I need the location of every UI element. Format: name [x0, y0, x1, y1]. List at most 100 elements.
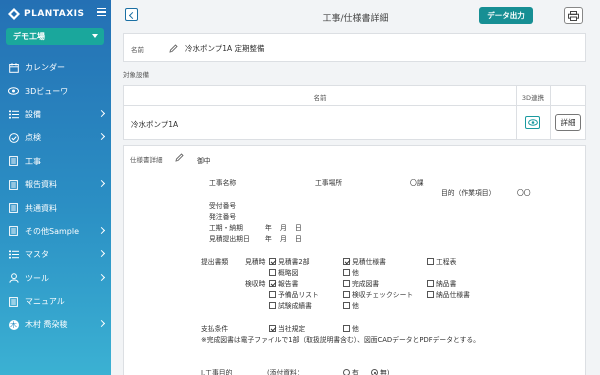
menu-toggle-icon[interactable]	[97, 8, 106, 16]
checkbox-other-2[interactable]: 他	[343, 300, 359, 310]
sidebar-item-construction[interactable]: 工事	[0, 150, 111, 173]
sidebar-item-calendar[interactable]: カレンダー	[0, 56, 111, 79]
sidebar-item-label: 報告資料	[25, 180, 57, 190]
sidebar-item-reports[interactable]: 報告資料	[0, 173, 111, 196]
chevron-right-icon	[97, 109, 106, 117]
name-label: 名前	[131, 46, 144, 54]
document-icon	[8, 226, 19, 237]
checkbox-icon	[427, 258, 434, 265]
sidebar-item-master[interactable]: マスタ	[0, 243, 111, 266]
checkbox-icon	[343, 280, 350, 287]
chevron-right-icon	[97, 250, 106, 258]
pencil-icon[interactable]	[175, 153, 184, 162]
order-no-label: 発注番号	[209, 213, 237, 221]
equipment-section-label: 対象設備	[123, 71, 149, 79]
equipment-table: 名前 3D連携 冷水ポンプ1A 詳細	[123, 85, 586, 140]
checkbox-delivery-doc[interactable]: 納品書	[427, 278, 456, 288]
document-icon	[8, 296, 19, 307]
checkbox-icon	[269, 258, 276, 265]
checkbox-label: 他	[352, 269, 359, 277]
checkbox-other[interactable]: 他	[343, 267, 359, 277]
column-header-3d: 3D連携	[521, 94, 545, 102]
checkbox-label: 当社規定	[278, 325, 306, 333]
sidebar-item-user[interactable]: 木 木村 喬朶稜	[0, 313, 111, 336]
factory-select[interactable]: デモ工場	[6, 28, 104, 45]
checkbox-pay-company[interactable]: 当社規定	[269, 323, 305, 333]
checkbox-schedule[interactable]: 工程表	[427, 256, 456, 266]
divider	[516, 86, 517, 139]
sidebar-item-inspection[interactable]: 点検	[0, 126, 111, 149]
at-inspect-label: 検収時	[245, 280, 266, 288]
checkbox-icon	[427, 291, 434, 298]
brand[interactable]: PLANTAXIS	[8, 7, 85, 21]
purpose-value: 〇〇	[517, 189, 531, 197]
checkbox-icon	[343, 302, 350, 309]
name-value: 冷水ポンプ1A 定期整備	[185, 44, 265, 53]
chevron-down-icon	[92, 34, 98, 38]
checkbox-delivery-spec[interactable]: 納品仕様書	[427, 289, 470, 299]
check-circle-icon	[8, 132, 19, 143]
3d-link-button[interactable]	[525, 116, 540, 129]
sidebar-item-label: 点検	[25, 133, 41, 143]
spec-label: 仕様書詳細	[130, 156, 163, 164]
checkbox-test-report[interactable]: 試験成績書	[269, 300, 312, 310]
checkbox-label: 納品仕様書	[436, 291, 470, 299]
checkbox-icon	[427, 280, 434, 287]
sidebar-item-3d-viewer[interactable]: 3Dビューワ	[0, 79, 111, 102]
chevron-right-icon	[97, 273, 106, 281]
quote-due-label: 見積提出期日	[209, 235, 250, 243]
checkbox-pay-other[interactable]: 他	[343, 323, 359, 333]
dept-text: 〇課	[410, 179, 424, 187]
checkbox-label: 他	[352, 302, 359, 310]
checkbox-report[interactable]: 報告書	[269, 278, 298, 288]
submit-docs-label: 提出書類	[201, 258, 229, 266]
divider	[550, 86, 551, 139]
radio-label: 無)	[380, 369, 390, 375]
pencil-icon[interactable]	[169, 44, 178, 53]
checkbox-parts-list[interactable]: 予備品リスト	[269, 289, 319, 299]
sidebar-item-tools[interactable]: ツール	[0, 267, 111, 290]
checkbox-label: 納品書	[436, 280, 457, 288]
checkbox-label: 見積仕様書	[352, 258, 386, 266]
avatar: 木	[8, 319, 19, 330]
sidebar-item-other-sample[interactable]: その他Sample	[0, 220, 111, 243]
year-text: 年	[265, 224, 272, 232]
pay-terms-label: 支払条件	[201, 325, 229, 333]
detail-button[interactable]: 詳細	[555, 114, 581, 131]
radio-icon	[371, 369, 378, 375]
sidebar-item-equipment[interactable]: 設備	[0, 103, 111, 126]
checkbox-label: 見積書2部	[278, 258, 310, 266]
column-header-name: 名前	[313, 94, 327, 102]
checkbox-icon	[269, 269, 276, 276]
print-button[interactable]	[564, 7, 583, 24]
sidebar: PLANTAXIS デモ工場 カレンダー 3Dビューワ 設備 点検 工事 報告資…	[0, 0, 111, 375]
checkbox-label: 他	[352, 325, 359, 333]
checkbox-complete-drawing[interactable]: 完成図書	[343, 278, 379, 288]
checkbox-icon	[269, 280, 276, 287]
month-text: 月	[280, 235, 287, 243]
sidebar-item-manual[interactable]: マニュアル	[0, 290, 111, 313]
day-text: 日	[295, 224, 302, 232]
name-card: 名前 冷水ポンプ1A 定期整備	[123, 33, 586, 62]
attach-label: (添付資料：	[267, 369, 304, 375]
radio-attach-yes[interactable]: 有	[343, 367, 359, 375]
year-text: 年	[265, 235, 272, 243]
checkbox-icon	[269, 325, 276, 332]
list-icon	[8, 109, 19, 120]
document-icon	[8, 179, 19, 190]
checkbox-quote-spec[interactable]: 見積仕様書	[343, 256, 386, 266]
checkbox-quote2[interactable]: 見積書2部	[269, 256, 310, 266]
checkbox-checksheet[interactable]: 検収チェックシート	[343, 289, 413, 299]
checkbox-outline[interactable]: 概略図	[269, 267, 298, 277]
chevron-right-icon	[97, 320, 106, 328]
document-icon	[8, 203, 19, 214]
data-export-button[interactable]: データ出力	[479, 7, 533, 24]
calendar-icon	[8, 62, 19, 73]
checkbox-label: 報告書	[278, 280, 299, 288]
checkbox-icon	[269, 291, 276, 298]
sidebar-item-shared-docs[interactable]: 共通資料	[0, 196, 111, 219]
radio-attach-no[interactable]: 無)	[371, 367, 389, 375]
sidebar-nav: カレンダー 3Dビューワ 設備 点検 工事 報告資料 共通資料 その他Sampl…	[0, 56, 111, 337]
month-text: 月	[280, 224, 287, 232]
radio-label: 有	[352, 369, 359, 375]
